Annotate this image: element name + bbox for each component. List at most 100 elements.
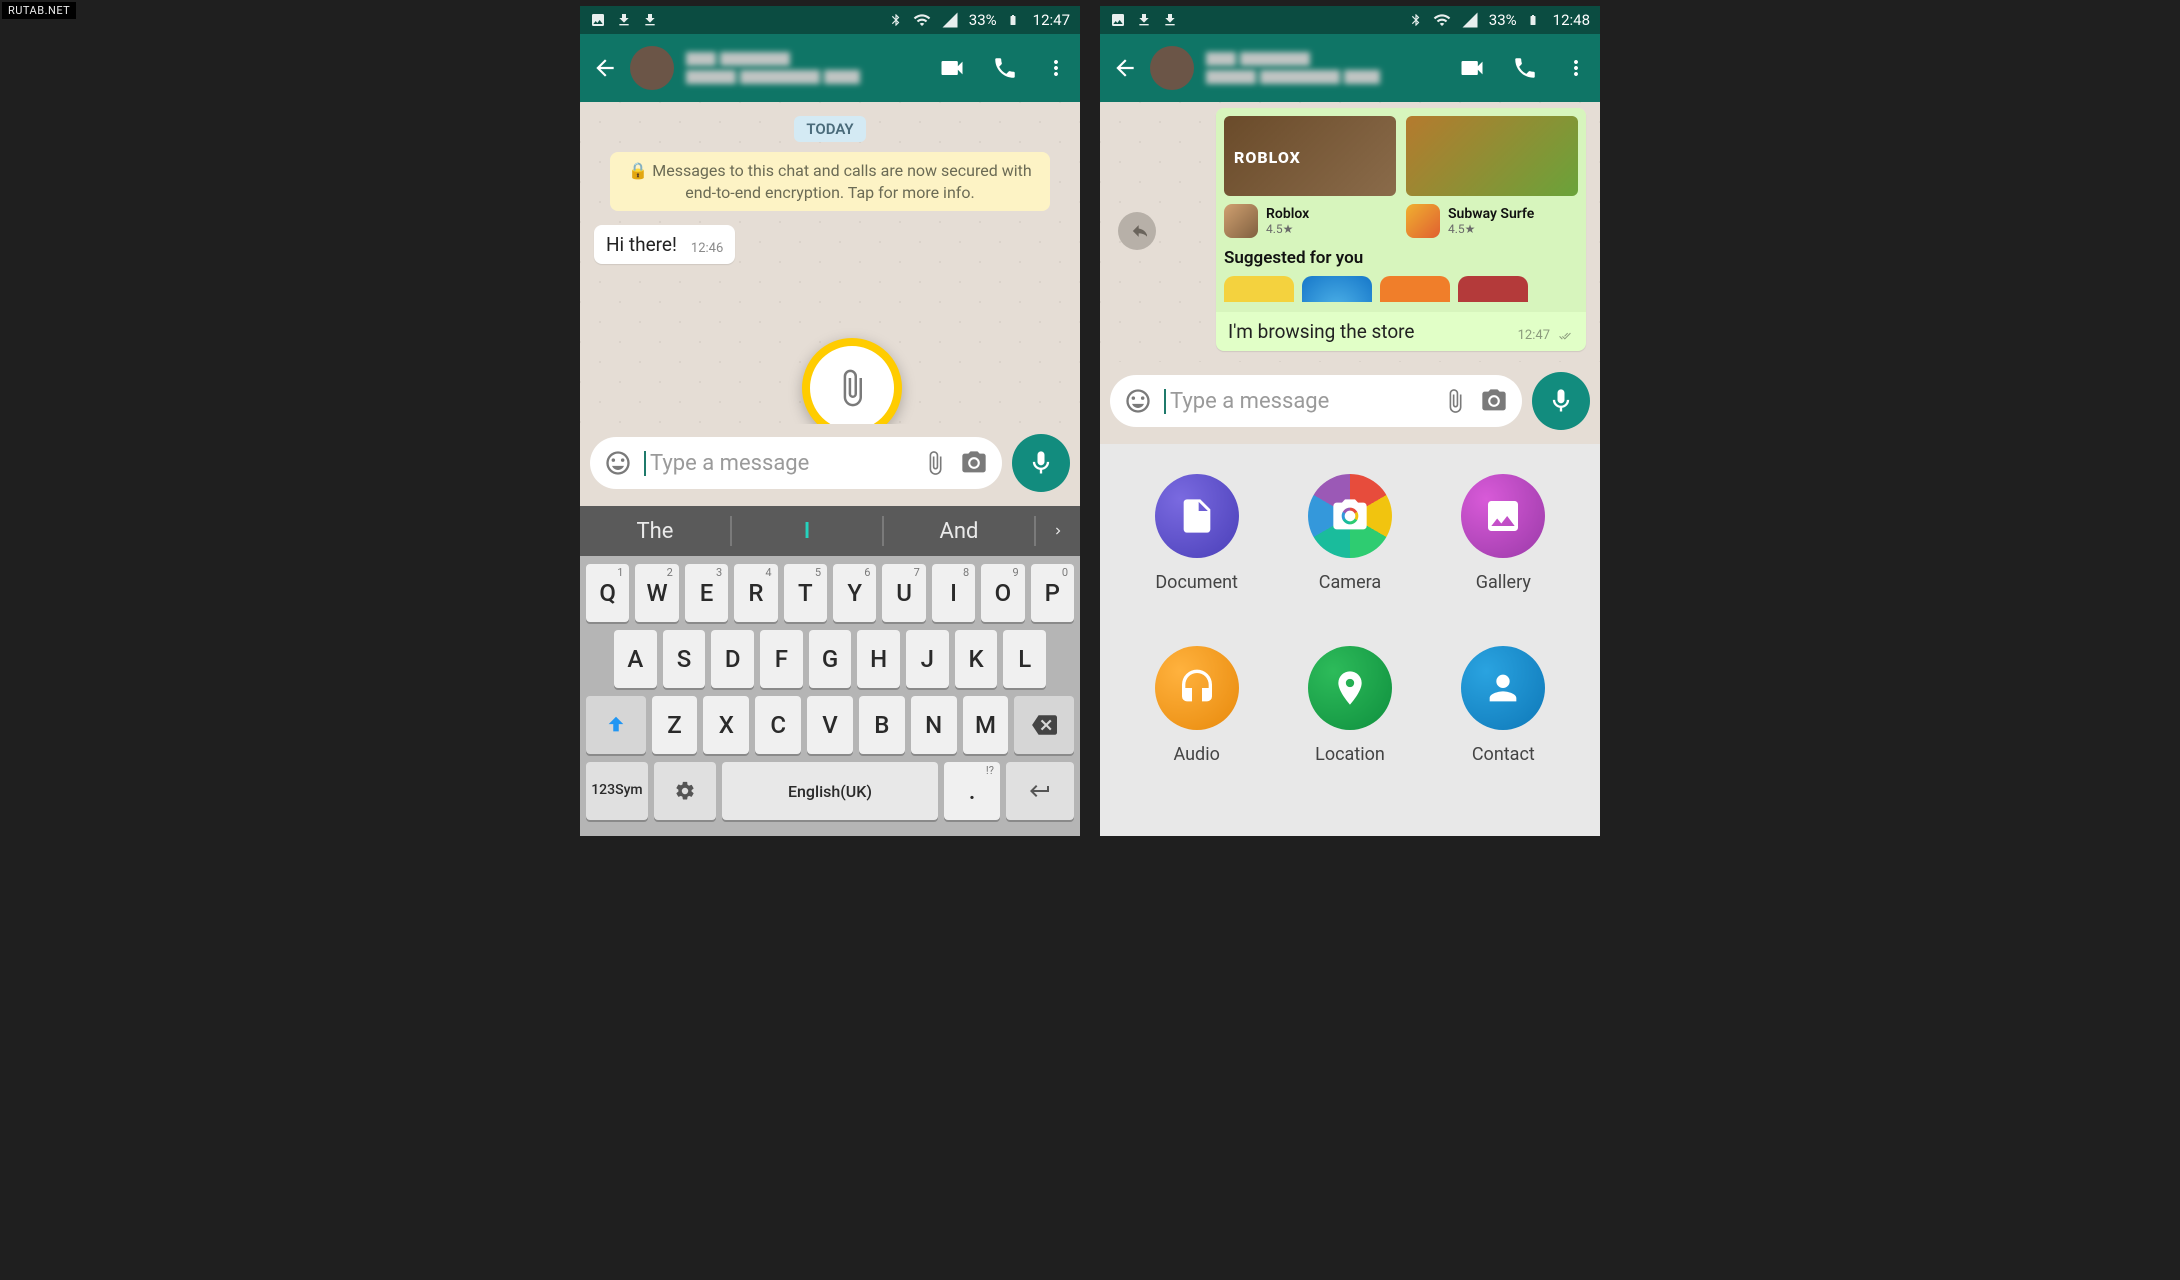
emoji-icon[interactable] [604, 449, 632, 477]
status-bar: 33% 12:47 [580, 6, 1080, 34]
chat-area[interactable]: TODAY 🔒Messages to this chat and calls a… [580, 102, 1080, 424]
key-j[interactable]: J [906, 630, 949, 688]
suggestion-more[interactable] [1036, 519, 1080, 544]
back-icon[interactable] [592, 55, 618, 81]
gallery-icon [1483, 496, 1523, 536]
key-h[interactable]: H [857, 630, 900, 688]
forward-button[interactable] [1118, 212, 1156, 250]
mic-button[interactable] [1532, 372, 1590, 430]
phone-icon[interactable] [1512, 55, 1538, 81]
video-call-icon[interactable] [938, 54, 966, 82]
space-key[interactable]: English(UK) [722, 762, 939, 820]
battery-icon [1007, 11, 1019, 29]
attach-icon[interactable] [1442, 388, 1468, 414]
attach-contact[interactable]: Contact [1461, 646, 1545, 806]
key-n[interactable]: N [911, 696, 957, 754]
input-placeholder: Type a message [644, 451, 910, 476]
incoming-message[interactable]: Hi there! 12:46 [594, 225, 735, 264]
watermark: RUTAB.NET [2, 2, 76, 19]
mic-icon [1027, 449, 1055, 477]
message-input-row: Type a message [1100, 362, 1600, 444]
suggested-thumb [1224, 276, 1294, 302]
key-a[interactable]: A [614, 630, 657, 688]
preview-thumb [1224, 116, 1396, 196]
key-z[interactable]: Z [652, 696, 698, 754]
key-u[interactable]: U7 [882, 564, 925, 622]
suggested-thumb [1302, 276, 1372, 302]
mic-button[interactable] [1012, 434, 1070, 492]
image-icon [1110, 12, 1126, 28]
read-checks-icon [1556, 330, 1574, 342]
app-name: Subway Surfe [1448, 206, 1534, 222]
sym-key[interactable]: 123Sym [586, 762, 648, 820]
app-name: Roblox [1266, 206, 1309, 222]
key-t[interactable]: T5 [784, 564, 827, 622]
encryption-notice[interactable]: 🔒Messages to this chat and calls are now… [610, 152, 1050, 211]
more-icon[interactable] [1044, 55, 1068, 81]
key-x[interactable]: X [703, 696, 749, 754]
attach-document[interactable]: Document [1155, 474, 1239, 634]
app-icon [1406, 204, 1440, 238]
clock-time: 12:47 [1033, 11, 1070, 29]
key-g[interactable]: G [809, 630, 852, 688]
suggested-heading: Suggested for you [1224, 248, 1578, 268]
message-input[interactable]: Type a message [1110, 375, 1522, 427]
contact-name[interactable] [1206, 52, 1446, 84]
bluetooth-icon [889, 13, 903, 27]
phone-icon[interactable] [992, 55, 1018, 81]
key-o[interactable]: O9 [981, 564, 1024, 622]
suggestion[interactable]: I [732, 519, 882, 544]
suggestion-bar: The I And [580, 506, 1080, 556]
key-s[interactable]: S [663, 630, 706, 688]
key-c[interactable]: C [755, 696, 801, 754]
paperclip-icon [832, 368, 872, 408]
outgoing-message[interactable]: Roblox 4.5★ Subway Surfe 4.5★ Su [1216, 108, 1586, 351]
more-icon[interactable] [1564, 55, 1588, 81]
key-l[interactable]: L [1003, 630, 1046, 688]
emoji-icon[interactable] [1124, 387, 1152, 415]
attach-location[interactable]: Location [1308, 646, 1392, 806]
key-w[interactable]: W2 [635, 564, 678, 622]
key-q[interactable]: Q1 [586, 564, 629, 622]
key-d[interactable]: D [711, 630, 754, 688]
attach-audio[interactable]: Audio [1155, 646, 1239, 806]
attach-icon[interactable] [922, 450, 948, 476]
video-call-icon[interactable] [1458, 54, 1486, 82]
suggestion[interactable]: The [580, 519, 730, 544]
key-e[interactable]: E3 [685, 564, 728, 622]
contact-name[interactable] [686, 52, 926, 84]
key-k[interactable]: K [955, 630, 998, 688]
key-v[interactable]: V [807, 696, 853, 754]
keyboard: The I And Q1W2E3R4T5Y6U7I8O9P0 ASDFGHJKL… [580, 506, 1080, 836]
suggestion[interactable]: And [884, 519, 1034, 544]
clock-time: 12:48 [1553, 11, 1590, 29]
date-chip: TODAY [794, 116, 865, 142]
key-m[interactable]: M [963, 696, 1009, 754]
app-icon [1224, 204, 1258, 238]
document-icon [1177, 496, 1217, 536]
message-input[interactable]: Type a message [590, 437, 1002, 489]
suggested-thumb [1380, 276, 1450, 302]
backspace-key[interactable] [1014, 696, 1074, 754]
key-b[interactable]: B [859, 696, 905, 754]
settings-key[interactable] [654, 762, 716, 820]
period-key[interactable]: .!? [944, 762, 1000, 820]
enter-key[interactable] [1006, 762, 1074, 820]
avatar[interactable] [630, 46, 674, 90]
key-r[interactable]: R4 [734, 564, 777, 622]
key-f[interactable]: F [760, 630, 803, 688]
back-icon[interactable] [1112, 55, 1138, 81]
link-preview[interactable]: Roblox 4.5★ Subway Surfe 4.5★ Su [1216, 108, 1586, 312]
avatar[interactable] [1150, 46, 1194, 90]
battery-percent: 33% [969, 11, 997, 29]
shift-key[interactable] [586, 696, 646, 754]
key-y[interactable]: Y6 [833, 564, 876, 622]
camera-icon[interactable] [960, 449, 988, 477]
key-p[interactable]: P0 [1031, 564, 1074, 622]
key-i[interactable]: I8 [932, 564, 975, 622]
message-input-row: Type a message [580, 424, 1080, 506]
attach-camera[interactable]: Camera [1308, 474, 1392, 634]
camera-icon[interactable] [1480, 387, 1508, 415]
attach-gallery[interactable]: Gallery [1461, 474, 1545, 634]
chat-area[interactable]: Roblox 4.5★ Subway Surfe 4.5★ Su [1100, 102, 1600, 362]
